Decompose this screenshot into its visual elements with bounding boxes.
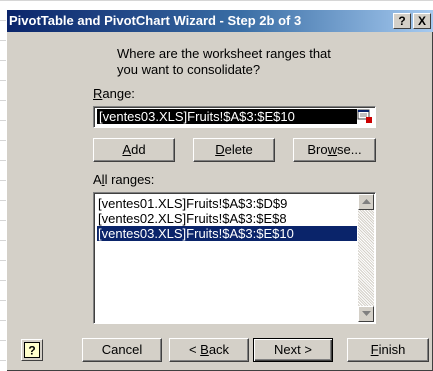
add-button[interactable]: Add — [93, 138, 175, 162]
scroll-down-icon[interactable] — [358, 306, 374, 322]
scroll-up-icon[interactable] — [358, 194, 374, 210]
browse-button[interactable]: Browse... — [293, 138, 376, 162]
all-ranges-label: All ranges: — [93, 172, 155, 187]
list-item[interactable]: [ventes02.XLS]Fruits!$A$3:$E$8 — [97, 211, 357, 226]
instruction-line-1: Where are the worksheet ranges that — [117, 46, 331, 61]
range-input[interactable]: [ventes03.XLS]Fruits!$A$3:$E$10 — [93, 106, 376, 128]
title-bar: PivotTable and PivotChart Wizard - Step … — [7, 10, 433, 32]
collapse-dialog-icon[interactable] — [357, 109, 373, 124]
window-title: PivotTable and PivotChart Wizard - Step … — [9, 13, 302, 28]
svg-text:?: ? — [28, 344, 35, 358]
instruction-line-2: you want to consolidate? — [117, 62, 261, 77]
range-label: Range: — [93, 86, 135, 101]
next-button[interactable]: Next > — [253, 338, 333, 362]
list-item-selected[interactable]: [ventes03.XLS]Fruits!$A$3:$E$10 — [97, 226, 357, 241]
back-button[interactable]: < Back — [169, 338, 249, 362]
help-icon[interactable]: ? — [21, 339, 43, 361]
all-ranges-listbox[interactable]: [ventes01.XLS]Fruits!$A$3:$D$9 [ventes02… — [93, 192, 376, 324]
list-item[interactable]: [ventes01.XLS]Fruits!$A$3:$D$9 — [97, 196, 357, 211]
range-input-value: [ventes03.XLS]Fruits!$A$3:$E$10 — [97, 109, 359, 124]
listbox-scrollbar[interactable] — [358, 194, 374, 322]
cancel-button[interactable]: Cancel — [82, 338, 162, 362]
title-close-button[interactable]: X — [413, 13, 431, 29]
title-help-button[interactable]: ? — [393, 13, 411, 29]
instruction-text: Where are the worksheet ranges that you … — [117, 46, 397, 78]
pivot-wizard-dialog: PivotTable and PivotChart Wizard - Step … — [6, 9, 433, 371]
delete-button[interactable]: Delete — [193, 138, 275, 162]
finish-button[interactable]: Finish — [347, 338, 429, 362]
